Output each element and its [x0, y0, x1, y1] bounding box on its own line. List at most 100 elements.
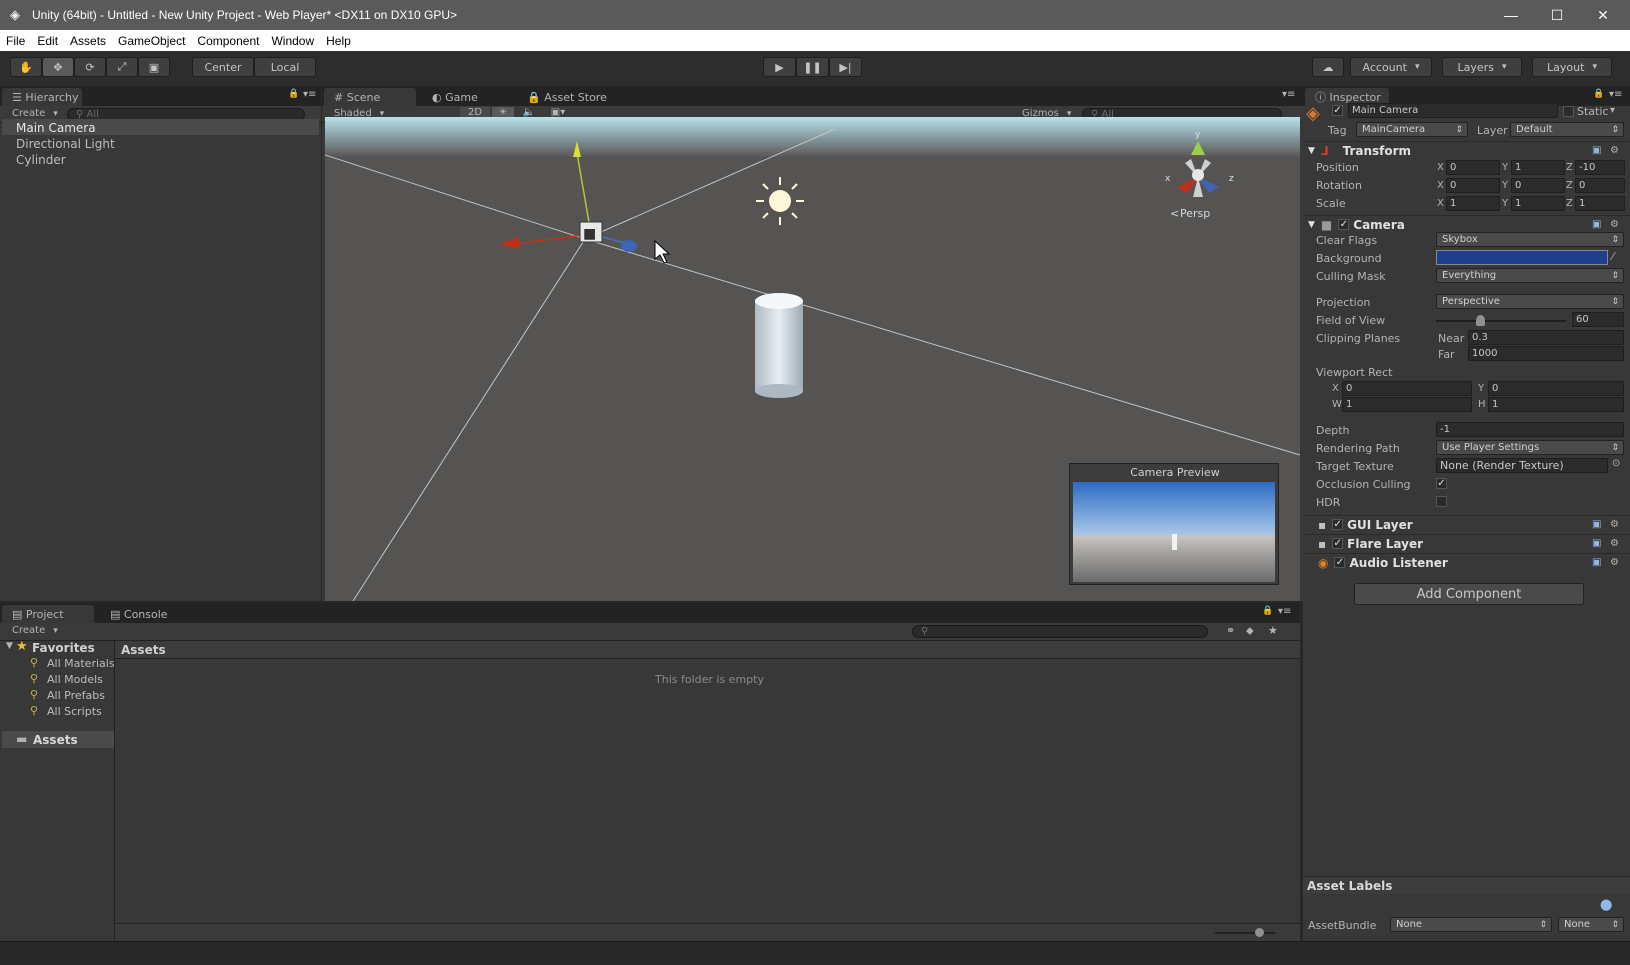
audio-listener-checkbox[interactable]: ✓: [1334, 557, 1346, 568]
panel-menu-icon[interactable]: ▾≡: [1278, 606, 1291, 617]
background-color-swatch[interactable]: [1436, 250, 1608, 265]
audio-listener-header[interactable]: ◉ ✓ Audio Listener ▣ ⚙: [1304, 553, 1630, 571]
assetbundle-variant-dropdown[interactable]: None: [1558, 917, 1624, 932]
layer-dropdown[interactable]: Default: [1510, 122, 1624, 137]
favorite-all-materials[interactable]: All Materials: [47, 657, 115, 670]
fov-slider-track[interactable]: [1436, 320, 1566, 322]
minimize-button[interactable]: —: [1488, 0, 1534, 30]
z-axis-arrow-icon[interactable]: [621, 240, 637, 252]
scale-x-field[interactable]: 1: [1446, 196, 1500, 211]
pivot-center-toggle[interactable]: Center: [192, 57, 254, 77]
scale-y-field[interactable]: 1: [1511, 196, 1565, 211]
gui-layer-header[interactable]: ▪ ✓ GUI Layer ▣ ⚙: [1304, 515, 1630, 533]
menu-help[interactable]: Help: [320, 34, 357, 48]
help-icon[interactable]: ▣: [1592, 219, 1601, 230]
gear-icon[interactable]: ⚙: [1610, 145, 1619, 156]
target-texture-field[interactable]: None (Render Texture): [1436, 458, 1608, 473]
camera-header[interactable]: ▼ ■ ✓ Camera ▣ ⚙: [1304, 215, 1630, 233]
scale-z-field[interactable]: 1: [1575, 196, 1625, 211]
pivot-local-toggle[interactable]: Local: [254, 57, 316, 77]
menu-component[interactable]: Component: [191, 34, 265, 48]
gui-layer-checkbox[interactable]: ✓: [1332, 519, 1344, 530]
lock-icon[interactable]: 🔒: [1262, 606, 1273, 616]
foldout-arrow-icon[interactable]: ▼: [6, 641, 13, 651]
rotation-y-field[interactable]: 0: [1511, 178, 1565, 193]
account-dropdown[interactable]: Account: [1350, 57, 1432, 77]
menu-gameobject[interactable]: GameObject: [112, 34, 191, 48]
position-y-field[interactable]: 1: [1511, 160, 1565, 175]
gear-icon[interactable]: ⚙: [1610, 519, 1619, 530]
tab-project[interactable]: ▤ Project: [2, 605, 94, 623]
tag-dropdown[interactable]: MainCamera: [1356, 122, 1468, 137]
cloud-icon[interactable]: ☁: [1312, 57, 1344, 77]
rotation-x-field[interactable]: 0: [1446, 178, 1500, 193]
position-z-field[interactable]: -10: [1575, 160, 1625, 175]
favorite-all-prefabs[interactable]: All Prefabs: [47, 689, 105, 702]
tab-hierarchy[interactable]: ☰ Hierarchy: [2, 88, 82, 106]
help-icon[interactable]: ▣: [1592, 145, 1601, 156]
filter-by-label-icon[interactable]: ⬥: [1246, 624, 1254, 638]
project-create-dropdown[interactable]: Create: [12, 625, 58, 636]
rendering-path-dropdown[interactable]: Use Player Settings: [1436, 440, 1624, 455]
near-field[interactable]: 0.3: [1468, 330, 1624, 345]
favorite-star-icon[interactable]: ★: [1268, 624, 1278, 637]
lock-icon[interactable]: 🔒: [1593, 89, 1604, 99]
static-checkbox[interactable]: [1563, 106, 1574, 117]
object-picker-icon[interactable]: ⊙: [1612, 458, 1620, 469]
maximize-button[interactable]: ☐: [1534, 0, 1580, 30]
tab-scene[interactable]: # Scene: [324, 88, 416, 106]
clear-flags-dropdown[interactable]: Skybox: [1436, 232, 1624, 247]
perspective-label[interactable]: Persp: [1180, 207, 1210, 220]
favorite-all-scripts[interactable]: All Scripts: [47, 705, 102, 718]
depth-field[interactable]: -1: [1436, 422, 1624, 437]
scale-tool-icon[interactable]: ⤢: [106, 57, 138, 77]
move-tool-icon[interactable]: ✥: [42, 57, 74, 77]
viewport-x-field[interactable]: 0: [1342, 381, 1472, 396]
object-name-field[interactable]: Main Camera: [1348, 103, 1558, 118]
hierarchy-create-dropdown[interactable]: Create: [12, 108, 58, 119]
assetbundle-dropdown[interactable]: None: [1390, 917, 1552, 932]
help-icon[interactable]: ▣: [1592, 557, 1601, 568]
flare-layer-header[interactable]: ▪ ✓ Flare Layer ▣ ⚙: [1304, 534, 1630, 552]
assets-folder-item[interactable]: Assets: [33, 733, 78, 747]
position-x-field[interactable]: 0: [1446, 160, 1500, 175]
active-checkbox[interactable]: ✓: [1332, 105, 1343, 116]
camera-enabled-checkbox[interactable]: ✓: [1338, 219, 1350, 230]
rotate-tool-icon[interactable]: ⟳: [74, 57, 106, 77]
viewport-h-field[interactable]: 1: [1488, 397, 1624, 412]
cylinder-object[interactable]: [755, 293, 803, 398]
foldout-arrow-icon[interactable]: ▼: [1308, 220, 1315, 230]
occlusion-culling-checkbox[interactable]: ✓: [1436, 478, 1447, 489]
hierarchy-item-main-camera[interactable]: Main Camera: [16, 121, 96, 135]
project-search-input[interactable]: ⚲: [912, 625, 1208, 638]
layers-dropdown[interactable]: Layers: [1442, 57, 1522, 77]
foldout-arrow-icon[interactable]: ▼: [1308, 146, 1315, 156]
hierarchy-item-directional-light[interactable]: Directional Light: [16, 137, 115, 151]
gear-icon[interactable]: ⚙: [1610, 557, 1619, 568]
filter-by-type-icon[interactable]: ⚭: [1226, 624, 1235, 637]
hierarchy-item-cylinder[interactable]: Cylinder: [16, 153, 66, 167]
x-axis-arrow-icon[interactable]: [499, 237, 519, 249]
step-button[interactable]: ▶|: [829, 57, 862, 77]
menu-assets[interactable]: Assets: [64, 34, 112, 48]
rotation-z-field[interactable]: 0: [1575, 178, 1625, 193]
directional-light-icon[interactable]: [756, 177, 804, 225]
icon-size-slider-thumb[interactable]: [1255, 928, 1264, 937]
scene-view-viewport[interactable]: ■ x z y Persp < Camera Preview: [325, 117, 1300, 601]
hdr-checkbox[interactable]: [1436, 496, 1447, 507]
eyedropper-icon[interactable]: ⁄: [1612, 250, 1614, 263]
pause-button[interactable]: ❚❚: [796, 57, 829, 77]
projection-dropdown[interactable]: Perspective: [1436, 294, 1624, 309]
favorite-all-models[interactable]: All Models: [47, 673, 103, 686]
culling-mask-dropdown[interactable]: Everything: [1436, 268, 1624, 283]
lock-icon[interactable]: 🔒: [288, 89, 299, 99]
icon-size-slider-track[interactable]: [1215, 932, 1275, 934]
close-button[interactable]: ✕: [1580, 0, 1626, 30]
label-tag-icon[interactable]: ⬤: [1600, 898, 1612, 911]
layout-dropdown[interactable]: Layout: [1532, 57, 1612, 77]
fov-field[interactable]: 60: [1572, 312, 1624, 327]
gear-icon[interactable]: ⚙: [1610, 219, 1619, 230]
help-icon[interactable]: ▣: [1592, 538, 1601, 549]
play-button[interactable]: ▶: [763, 57, 796, 77]
menu-window[interactable]: Window: [265, 34, 320, 48]
